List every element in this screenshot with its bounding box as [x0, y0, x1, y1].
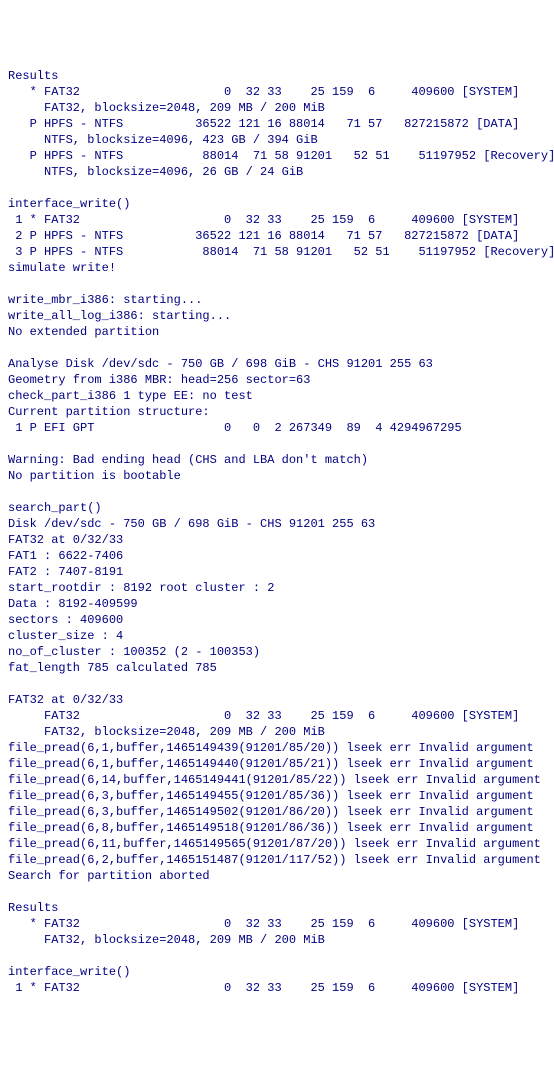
log-line: 2 P HPFS - NTFS 36522 121 16 88014 71 57…	[8, 228, 546, 244]
log-line	[8, 676, 546, 692]
log-line: FAT32 at 0/32/33	[8, 532, 546, 548]
log-line	[8, 340, 546, 356]
log-line: Data : 8192-409599	[8, 596, 546, 612]
log-line: 1 * FAT32 0 32 33 25 159 6 409600 [SYSTE…	[8, 980, 546, 996]
log-line: file_pread(6,1,buffer,1465149440(91201/8…	[8, 756, 546, 772]
log-line: interface_write()	[8, 196, 546, 212]
log-line: file_pread(6,3,buffer,1465149502(91201/8…	[8, 804, 546, 820]
log-line: simulate write!	[8, 260, 546, 276]
log-line: Warning: Bad ending head (CHS and LBA do…	[8, 452, 546, 468]
log-line	[8, 884, 546, 900]
log-line: write_all_log_i386: starting...	[8, 308, 546, 324]
log-line: P HPFS - NTFS 88014 71 58 91201 52 51 51…	[8, 148, 546, 164]
log-line: file_pread(6,2,buffer,1465151487(91201/1…	[8, 852, 546, 868]
log-line: file_pread(6,14,buffer,1465149441(91201/…	[8, 772, 546, 788]
log-line: FAT32, blocksize=2048, 209 MB / 200 MiB	[8, 932, 546, 948]
log-line: file_pread(6,1,buffer,1465149439(91201/8…	[8, 740, 546, 756]
log-line: Geometry from i386 MBR: head=256 sector=…	[8, 372, 546, 388]
log-line: NTFS, blocksize=4096, 423 GB / 394 GiB	[8, 132, 546, 148]
log-line: cluster_size : 4	[8, 628, 546, 644]
log-line: check_part_i386 1 type EE: no test	[8, 388, 546, 404]
log-line: fat_length 785 calculated 785	[8, 660, 546, 676]
log-line: start_rootdir : 8192 root cluster : 2	[8, 580, 546, 596]
log-line: FAT32, blocksize=2048, 209 MB / 200 MiB	[8, 100, 546, 116]
log-line: sectors : 409600	[8, 612, 546, 628]
log-line: file_pread(6,8,buffer,1465149518(91201/8…	[8, 820, 546, 836]
log-line	[8, 180, 546, 196]
log-line: NTFS, blocksize=4096, 26 GB / 24 GiB	[8, 164, 546, 180]
log-line: no_of_cluster : 100352 (2 - 100353)	[8, 644, 546, 660]
log-line: 1 P EFI GPT 0 0 2 267349 89 4 4294967295	[8, 420, 546, 436]
log-line: FAT32 0 32 33 25 159 6 409600 [SYSTEM]	[8, 708, 546, 724]
log-line: * FAT32 0 32 33 25 159 6 409600 [SYSTEM]	[8, 84, 546, 100]
log-line: * FAT32 0 32 33 25 159 6 409600 [SYSTEM]	[8, 916, 546, 932]
log-line: file_pread(6,11,buffer,1465149565(91201/…	[8, 836, 546, 852]
log-line: No extended partition	[8, 324, 546, 340]
log-line: interface_write()	[8, 964, 546, 980]
log-line: Analyse Disk /dev/sdc - 750 GB / 698 GiB…	[8, 356, 546, 372]
log-line: write_mbr_i386: starting...	[8, 292, 546, 308]
log-line: 3 P HPFS - NTFS 88014 71 58 91201 52 51 …	[8, 244, 546, 260]
log-line: FAT32 at 0/32/33	[8, 692, 546, 708]
log-line: Results	[8, 68, 546, 84]
log-line: No partition is bootable	[8, 468, 546, 484]
log-line: Results	[8, 900, 546, 916]
log-line	[8, 276, 546, 292]
log-line: file_pread(6,3,buffer,1465149455(91201/8…	[8, 788, 546, 804]
log-line: FAT1 : 6622-7406	[8, 548, 546, 564]
log-line: FAT2 : 7407-8191	[8, 564, 546, 580]
log-line: 1 * FAT32 0 32 33 25 159 6 409600 [SYSTE…	[8, 212, 546, 228]
log-line: search_part()	[8, 500, 546, 516]
log-line: FAT32, blocksize=2048, 209 MB / 200 MiB	[8, 724, 546, 740]
log-line: Disk /dev/sdc - 750 GB / 698 GiB - CHS 9…	[8, 516, 546, 532]
terminal-output: Results * FAT32 0 32 33 25 159 6 409600 …	[8, 68, 546, 996]
log-line	[8, 436, 546, 452]
log-line	[8, 948, 546, 964]
log-line: Search for partition aborted	[8, 868, 546, 884]
log-line: Current partition structure:	[8, 404, 546, 420]
log-line	[8, 484, 546, 500]
log-line: P HPFS - NTFS 36522 121 16 88014 71 57 8…	[8, 116, 546, 132]
